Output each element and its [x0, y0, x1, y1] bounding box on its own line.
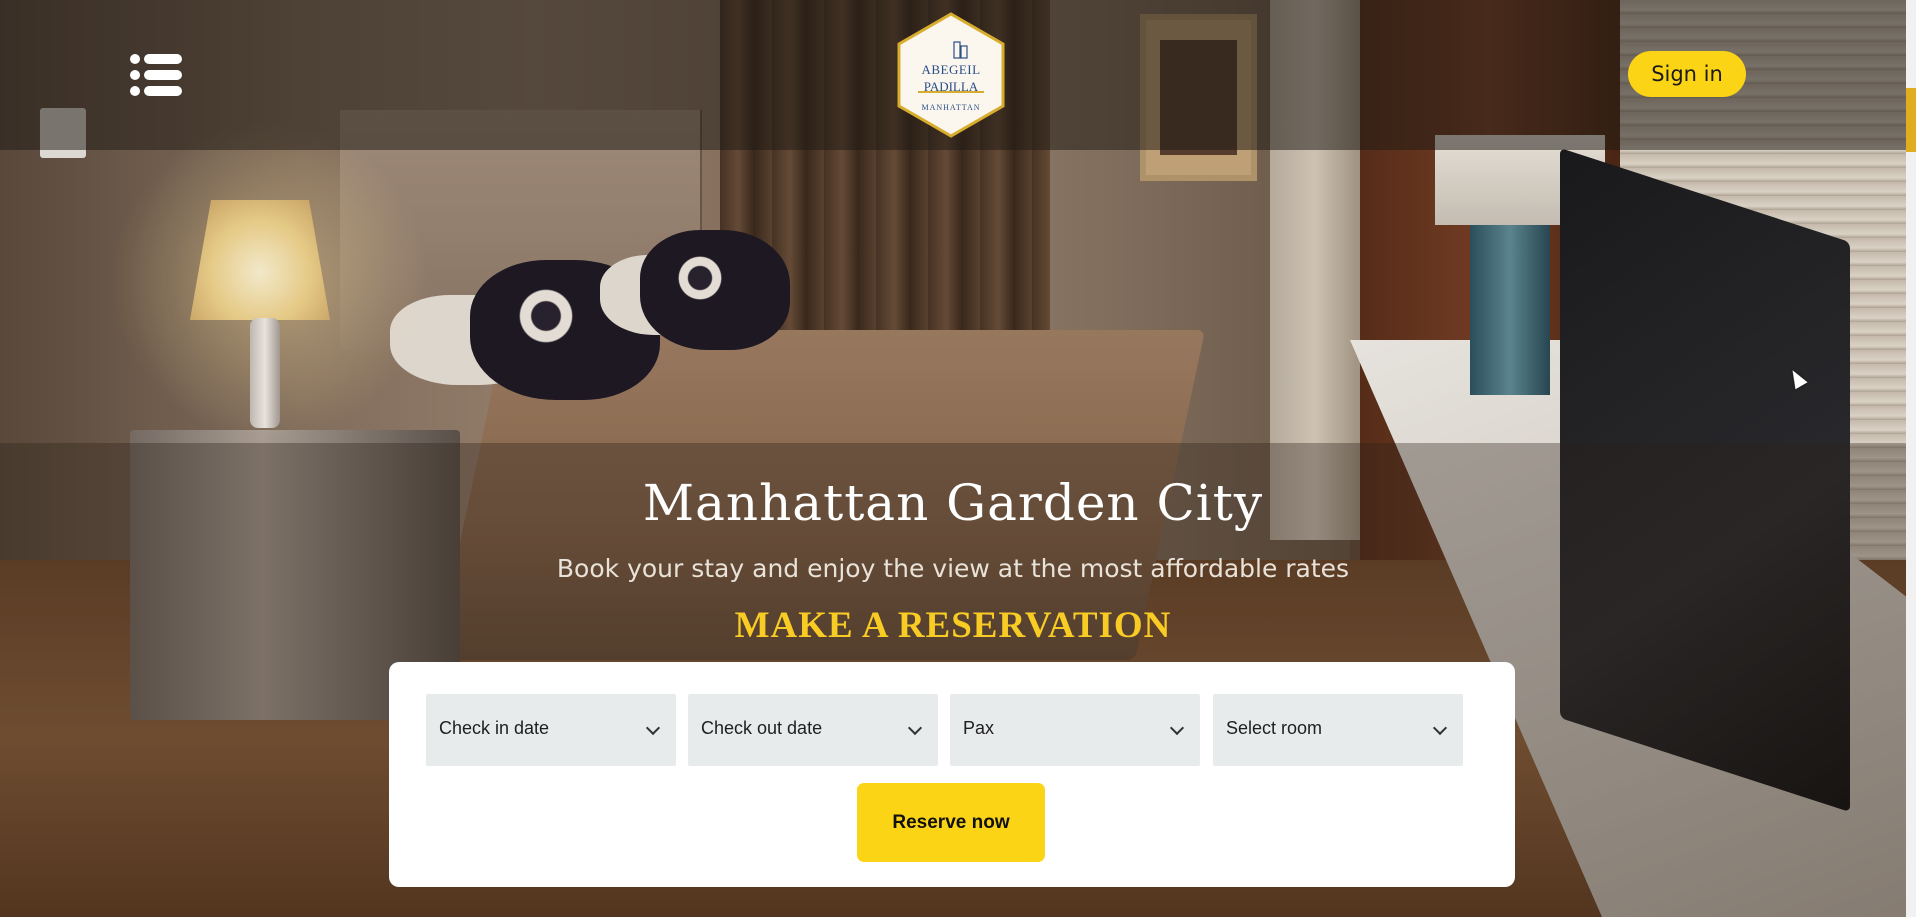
sign-in-button[interactable]: Sign in: [1628, 51, 1746, 97]
chevron-down-icon: [1169, 720, 1185, 736]
chevron-down-icon: [645, 720, 661, 736]
hero-subtitle: Book your stay and enjoy the view at the…: [556, 554, 1350, 583]
brand-logo[interactable]: ABEGEIL PADILLA MANHATTAN: [896, 12, 1006, 138]
scrollbar-thumb[interactable]: [1906, 88, 1916, 152]
reserve-now-button[interactable]: Reserve now: [857, 783, 1045, 862]
chevron-down-icon: [907, 720, 923, 736]
check-in-date-select[interactable]: Check in date: [426, 694, 676, 766]
chevron-down-icon: [1432, 720, 1448, 736]
reservation-heading: MAKE A RESERVATION: [734, 605, 1172, 646]
logo-text: MANHATTAN: [921, 103, 981, 112]
check-out-date-select[interactable]: Check out date: [688, 694, 938, 766]
pax-select[interactable]: Pax: [950, 694, 1200, 766]
logo-text: PADILLA: [923, 79, 979, 94]
check-in-date-label: Check in date: [439, 718, 550, 738]
room-label: Select room: [1226, 718, 1323, 738]
check-out-date-label: Check out date: [701, 718, 823, 738]
pax-label: Pax: [963, 718, 995, 738]
room-select[interactable]: Select room: [1213, 694, 1463, 766]
page-title: Manhattan Garden City: [642, 474, 1264, 532]
reservation-form: Check in date Check out date Pax Select …: [389, 662, 1515, 887]
list-menu-icon[interactable]: [130, 54, 182, 96]
logo-text: ABEGEIL: [921, 62, 981, 77]
overlay: [0, 150, 1906, 443]
